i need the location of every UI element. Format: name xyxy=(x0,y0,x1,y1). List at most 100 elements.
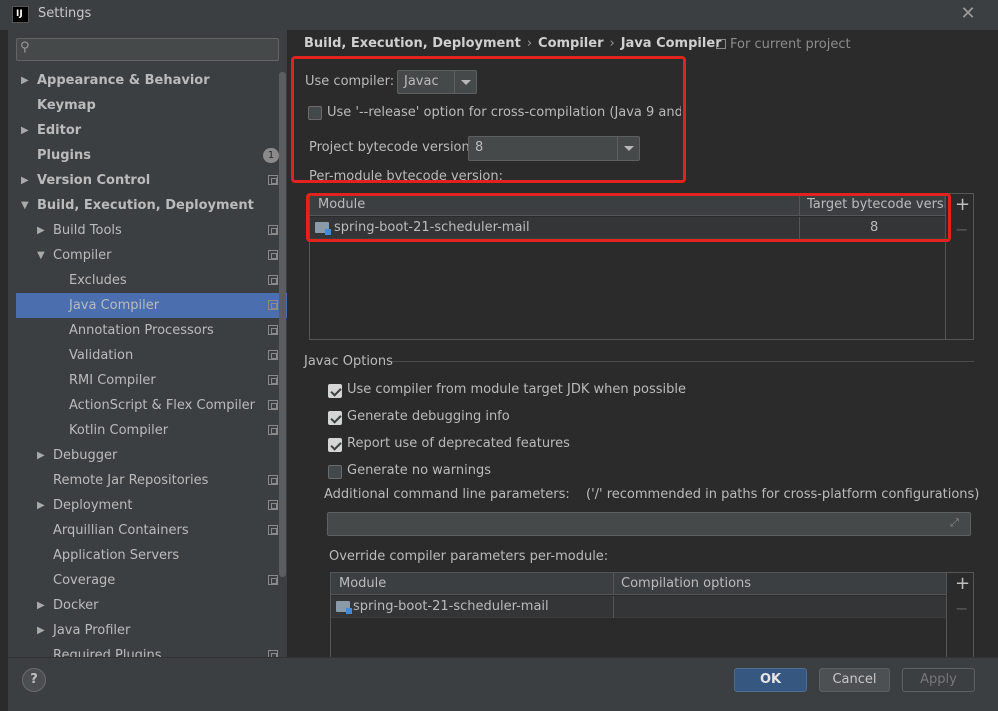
window-title: Settings xyxy=(38,6,92,21)
no-warnings-checkbox[interactable] xyxy=(328,465,342,479)
chevron-right-icon[interactable]: ▶ xyxy=(37,443,45,468)
sidebar-item-build-execution-deployment[interactable]: ▼ Build, Execution, Deployment xyxy=(16,193,287,218)
sidebar-item-label: RMI Compiler xyxy=(69,373,156,388)
sidebar-item-label: Required Plugins xyxy=(53,648,162,657)
sidebar-item-label: Validation xyxy=(69,348,134,363)
project-scope-icon xyxy=(268,400,278,410)
project-scope-icon xyxy=(268,425,278,435)
deprecated-features-checkbox[interactable] xyxy=(328,438,342,452)
breadcrumb-compiler[interactable]: Compiler xyxy=(538,36,603,51)
chevron-right-icon[interactable]: ▶ xyxy=(37,593,45,618)
override-params-label: Override compiler parameters per-module: xyxy=(329,549,609,564)
project-scope-icon xyxy=(268,375,278,385)
module-icon xyxy=(336,601,352,614)
override-params-table: Module Compilation options spring-boot-2… xyxy=(330,572,947,658)
sidebar-item-plugins[interactable]: Plugins 1 xyxy=(16,143,287,168)
sidebar-item-label: Compiler xyxy=(53,248,112,263)
use-module-jdk-checkbox[interactable] xyxy=(328,384,342,398)
chevron-down-icon[interactable]: ▼ xyxy=(37,243,45,268)
ok-button[interactable]: OK xyxy=(734,668,807,692)
column-header-compilation-options[interactable]: Compilation options xyxy=(621,576,751,591)
search-input[interactable] xyxy=(16,38,279,61)
project-scope-icon xyxy=(268,325,278,335)
deprecated-features-label: Report use of deprecated features xyxy=(347,436,570,451)
project-scope-icon xyxy=(268,300,278,310)
add-icon[interactable]: + xyxy=(955,573,970,594)
column-header-module[interactable]: Module xyxy=(339,576,386,591)
sidebar-item-label: Excludes xyxy=(69,273,127,288)
update-count-badge: 1 xyxy=(263,148,279,163)
sidebar-item-editor[interactable]: ▶ Editor xyxy=(16,118,287,143)
settings-sidebar: ▶ Appearance & Behavior Keymap ▶ Editor Plugi… xyxy=(8,30,287,657)
sidebar-item-label: Java Compiler xyxy=(69,298,160,313)
remove-icon[interactable]: − xyxy=(955,220,968,239)
section-divider xyxy=(392,361,974,362)
intellij-logo-icon: IJ xyxy=(12,6,29,23)
sidebar-item-label: Debugger xyxy=(53,448,118,463)
sidebar-item-compiler[interactable]: ▼ Compiler xyxy=(16,243,287,268)
expand-icon[interactable]: ⤢ xyxy=(950,516,959,530)
chevron-down-icon[interactable]: ▼ xyxy=(21,193,29,218)
project-scope-icon xyxy=(268,525,278,535)
sidebar-item-docker[interactable]: ▶ Docker xyxy=(16,593,287,618)
sidebar-item-label: ActionScript & Flex Compiler xyxy=(69,398,256,413)
sidebar-item-appearance-behavior[interactable]: ▶ Appearance & Behavior xyxy=(16,68,287,93)
chevron-right-icon[interactable]: ▶ xyxy=(21,118,29,143)
sidebar-item-java-profiler[interactable]: ▶ Java Profiler xyxy=(16,618,287,643)
additional-params-label: Additional command line parameters: xyxy=(324,487,570,502)
debugging-info-checkbox[interactable] xyxy=(328,411,342,425)
sidebar-item-label: Annotation Processors xyxy=(69,323,214,338)
sidebar-item-annotation-processors[interactable]: Annotation Processors xyxy=(16,318,287,343)
title-bar xyxy=(0,0,998,30)
project-scope-icon xyxy=(268,475,278,485)
project-scope-icon xyxy=(268,575,278,585)
sidebar-item-label: Appearance & Behavior xyxy=(37,73,210,88)
sidebar-item-java-compiler[interactable]: Java Compiler xyxy=(16,293,287,318)
sidebar-item-label: Version Control xyxy=(37,173,151,188)
sidebar-item-application-servers[interactable]: Application Servers xyxy=(16,543,287,568)
sidebar-item-remote-jar-repositories[interactable]: Remote Jar Repositories xyxy=(16,468,287,493)
sidebar-item-arquillian-containers[interactable]: Arquillian Containers xyxy=(16,518,287,543)
for-current-project-label: For current project xyxy=(730,37,851,52)
help-button[interactable]: ? xyxy=(22,668,46,692)
breadcrumb-build-execution-deployment[interactable]: Build, Execution, Deployment xyxy=(304,36,521,51)
sidebar-item-rmi-compiler[interactable]: RMI Compiler xyxy=(16,368,287,393)
sidebar-item-keymap[interactable]: Keymap xyxy=(16,93,287,118)
sidebar-item-required-plugins[interactable]: Required Plugins xyxy=(16,643,287,657)
sidebar-item-kotlin-compiler[interactable]: Kotlin Compiler xyxy=(16,418,287,443)
no-warnings-label: Generate no warnings xyxy=(347,463,492,478)
cancel-button[interactable]: Cancel xyxy=(819,668,890,692)
project-scope-icon xyxy=(268,275,278,285)
sidebar-item-build-tools[interactable]: ▶ Build Tools xyxy=(16,218,287,243)
sidebar-scrollbar[interactable] xyxy=(279,72,286,577)
highlight-box-compiler xyxy=(291,56,686,183)
chevron-right-icon[interactable]: ▶ xyxy=(37,493,45,518)
add-icon[interactable]: + xyxy=(955,194,970,215)
sidebar-item-coverage[interactable]: Coverage xyxy=(16,568,287,593)
project-scope-icon xyxy=(268,250,278,260)
additional-params-hint: ('/' recommended in paths for cross-plat… xyxy=(586,487,980,502)
chevron-right-icon[interactable]: ▶ xyxy=(37,218,45,243)
chevron-right-icon[interactable]: ▶ xyxy=(21,68,29,93)
close-icon[interactable]: ✕ xyxy=(958,3,978,25)
sidebar-item-excludes[interactable]: Excludes xyxy=(16,268,287,293)
apply-button[interactable]: Apply xyxy=(902,668,975,692)
debugging-info-label: Generate debugging info xyxy=(347,409,510,424)
sidebar-item-validation[interactable]: Validation xyxy=(16,343,287,368)
additional-params-input[interactable] xyxy=(327,512,971,536)
module-name: spring-boot-21-scheduler-mail xyxy=(353,599,549,614)
remove-icon[interactable]: − xyxy=(955,599,968,618)
column-divider xyxy=(613,596,614,618)
table-row[interactable]: spring-boot-21-scheduler-mail xyxy=(331,596,946,618)
sidebar-item-label: Remote Jar Repositories xyxy=(53,473,209,488)
sidebar-item-debugger[interactable]: ▶ Debugger xyxy=(16,443,287,468)
sidebar-item-deployment[interactable]: ▶ Deployment xyxy=(16,493,287,518)
search-icon: ⚲ xyxy=(20,40,30,55)
sidebar-item-version-control[interactable]: ▶ Version Control xyxy=(16,168,287,193)
breadcrumb-separator: › xyxy=(609,36,615,51)
chevron-right-icon[interactable]: ▶ xyxy=(21,168,29,193)
chevron-right-icon[interactable]: ▶ xyxy=(37,618,45,643)
sidebar-item-actionscript-flex-compiler[interactable]: ActionScript & Flex Compiler xyxy=(16,393,287,418)
sidebar-item-label: Coverage xyxy=(53,573,116,588)
use-module-jdk-label: Use compiler from module target JDK when… xyxy=(347,382,686,397)
